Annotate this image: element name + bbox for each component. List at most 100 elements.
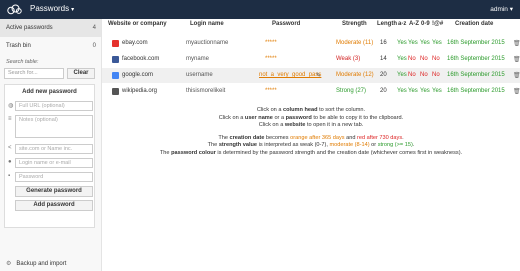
uppercase-flag: Yes xyxy=(408,88,418,94)
column-head-strength[interactable]: Strength xyxy=(342,21,367,27)
column-head-uppercase[interactable]: A-Z xyxy=(409,21,419,27)
backup-label: Backup and import xyxy=(16,261,67,267)
app-title: Passwords xyxy=(30,4,70,13)
length-value: 20 xyxy=(380,72,387,78)
help-line: The creation date becomes orange after 3… xyxy=(218,134,404,141)
website-link[interactable]: ebay.com xyxy=(122,40,148,46)
length-value: 14 xyxy=(380,56,387,62)
help-line: Click on a website to open it in a new t… xyxy=(258,122,364,129)
login-name[interactable]: myname xyxy=(186,56,209,62)
share-icon: < xyxy=(8,145,12,151)
sidebar-item-active-passwords[interactable]: Active passwords 4 xyxy=(0,19,101,37)
search-label: Search table: xyxy=(6,59,39,65)
password-value[interactable]: ***** xyxy=(265,40,277,46)
sidebar-item-count: 4 xyxy=(92,25,96,31)
column-head-length[interactable]: Length xyxy=(377,21,397,27)
table-row: ebay.com myauctionname ***** Moderate (11) 1… xyxy=(102,36,520,51)
sidebar-item-label: Trash bin xyxy=(6,43,31,49)
password-value[interactable]: ***** xyxy=(265,88,277,94)
trash-icon[interactable]: 🗑 xyxy=(513,72,520,79)
password-value[interactable]: ***** xyxy=(265,56,277,62)
add-password-button[interactable]: Add password xyxy=(15,200,93,211)
help-line: Click on a column head to sort the colum… xyxy=(256,107,366,113)
edit-icon[interactable]: ✎ xyxy=(316,72,321,79)
clear-button[interactable]: Clear xyxy=(67,68,95,79)
sidebar-item-label: Active passwords xyxy=(6,25,53,31)
top-bar: Passwords ▾ admin ▾ xyxy=(0,0,520,19)
login-field[interactable]: Login name or e-mail xyxy=(15,158,93,168)
digits-flag: Yes xyxy=(420,40,430,46)
column-head-digits[interactable]: 0-9 xyxy=(421,21,430,27)
length-value: 16 xyxy=(380,40,387,46)
digits-flag: No xyxy=(420,56,428,62)
user-icon: ● xyxy=(8,159,12,165)
website-link[interactable]: google.com xyxy=(122,72,153,78)
lowercase-flag: Yes xyxy=(397,72,407,78)
site-favicon-icon xyxy=(112,40,119,47)
url-field[interactable]: Full URL (optional) xyxy=(15,101,93,111)
table-row: wikipedia.org thisismorelikeit ***** Strong… xyxy=(102,84,520,99)
globe-icon: ◍ xyxy=(8,103,14,109)
notes-field[interactable]: Notes (optional) xyxy=(15,115,93,138)
website-link[interactable]: facebook.com xyxy=(122,56,159,62)
uppercase-flag: Yes xyxy=(408,40,418,46)
column-head-creation-date[interactable]: Creation date xyxy=(455,21,493,27)
column-head-website[interactable]: Website or company xyxy=(108,21,167,27)
login-name[interactable]: username xyxy=(186,72,213,78)
strength-value: Weak (3) xyxy=(336,56,361,62)
strength-value: Moderate (12) xyxy=(336,72,374,78)
help-line: Click on a user name or a password to be… xyxy=(218,114,404,121)
column-head-login[interactable]: Login name xyxy=(190,21,224,27)
creation-date: 16th September 2015 xyxy=(447,88,505,94)
sidebar-item-count: 0 xyxy=(92,43,96,49)
chevron-down-icon: ▾ xyxy=(71,7,75,13)
creation-date: 16th September 2015 xyxy=(447,56,505,62)
lowercase-flag: Yes xyxy=(397,56,407,62)
column-head-lowercase[interactable]: a-z xyxy=(398,21,406,27)
help-line: The strength value is interpreted as wea… xyxy=(207,142,415,149)
password-value[interactable]: not_a_very_good_pass xyxy=(259,72,321,78)
uppercase-flag: No xyxy=(408,56,416,62)
backup-import-link[interactable]: ⚙ Backup and import xyxy=(6,260,66,267)
generate-password-button[interactable]: Generate password xyxy=(15,186,93,197)
settings-icon: ⚙ xyxy=(6,261,12,267)
help-line: The password colour is determined by the… xyxy=(159,149,463,156)
site-favicon-icon xyxy=(112,56,119,63)
trash-icon[interactable]: 🗑 xyxy=(513,40,520,47)
password-field[interactable]: Password xyxy=(15,172,93,182)
special-flag: Yes xyxy=(432,40,442,46)
login-name[interactable]: thisismorelikeit xyxy=(186,88,225,94)
user-menu[interactable]: admin ▾ xyxy=(490,5,513,13)
sidebar: Active passwords 4 Trash bin 0 Search ta… xyxy=(0,19,102,271)
creation-date: 16th September 2015 xyxy=(447,72,505,78)
special-flag: No xyxy=(432,56,440,62)
notes-icon: ≡ xyxy=(8,116,12,122)
website-field[interactable]: site.com or Name inc. xyxy=(15,144,93,154)
owncloud-logo-icon[interactable] xyxy=(6,4,22,15)
sidebar-item-trash-bin[interactable]: Trash bin 0 xyxy=(0,37,101,55)
special-flag: Yes xyxy=(432,88,442,94)
website-link[interactable]: wikipedia.org xyxy=(122,88,157,94)
main-content: Website or company Login name Password S… xyxy=(102,19,520,271)
lock-icon: ▪ xyxy=(8,173,11,179)
creation-date: 16th September 2015 xyxy=(447,40,505,46)
digits-flag: Yes xyxy=(420,88,430,94)
help-text: Click on a column head to sort the colum… xyxy=(102,107,520,158)
length-value: 20 xyxy=(380,88,387,94)
login-name[interactable]: myauctionname xyxy=(186,40,228,46)
table-row: facebook.com myname ***** Weak (3) 14 Yes No No… xyxy=(102,52,520,67)
search-input[interactable]: Search for... xyxy=(4,68,64,79)
add-password-panel: Add new password ◍ Full URL (optional) ≡… xyxy=(4,84,95,228)
table-row: google.com username not_a_very_good_pass ✎ M… xyxy=(102,68,520,83)
uppercase-flag: No xyxy=(408,72,416,78)
special-flag: No xyxy=(432,72,440,78)
app-menu[interactable]: Passwords ▾ xyxy=(30,4,74,13)
column-head-password[interactable]: Password xyxy=(272,21,300,27)
strength-value: Strong (27) xyxy=(336,88,367,94)
lowercase-flag: Yes xyxy=(397,40,407,46)
trash-icon[interactable]: 🗑 xyxy=(513,88,520,95)
column-head-special[interactable]: !@# xyxy=(432,21,443,27)
add-panel-title: Add new password xyxy=(22,89,77,95)
lowercase-flag: Yes xyxy=(397,88,407,94)
trash-icon[interactable]: 🗑 xyxy=(513,56,520,63)
